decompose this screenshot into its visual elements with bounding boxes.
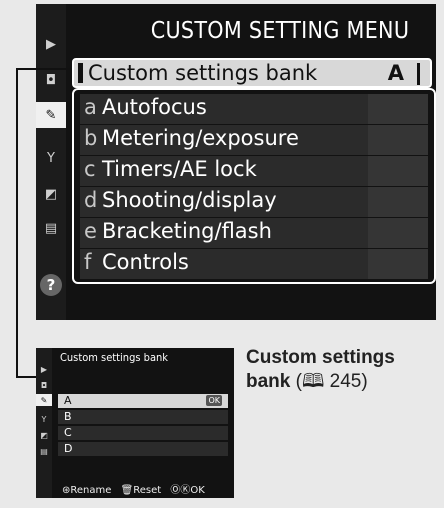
caption: Custom settings bank (🕮 245) bbox=[246, 346, 436, 394]
ok-hint: ⓄⓀOK bbox=[170, 485, 205, 496]
bank-label: Custom settings bank bbox=[88, 61, 318, 85]
camera-icon[interactable]: ◘ bbox=[41, 70, 61, 90]
callout-line-bottom bbox=[16, 376, 38, 378]
group-name: Bracketing/flash bbox=[102, 219, 272, 243]
option-label: C bbox=[64, 426, 72, 439]
group-name: Autofocus bbox=[102, 95, 207, 119]
row-tail bbox=[368, 94, 428, 124]
group-row-bracketing[interactable]: e Bracketing/flash bbox=[80, 218, 428, 248]
bank-submenu-screen: ▶ ◘ ✎ Y ◩ ▤ Custom settings bank A OK B … bbox=[36, 348, 234, 498]
callout-line-top bbox=[16, 68, 72, 70]
option-label: D bbox=[64, 442, 73, 455]
retouch-icon: ◩ bbox=[40, 430, 48, 440]
row-tail bbox=[368, 125, 428, 155]
group-letter: a bbox=[84, 95, 97, 119]
group-name: Timers/AE lock bbox=[102, 157, 257, 181]
bank-option-a[interactable]: A OK bbox=[58, 394, 228, 408]
option-label: B bbox=[64, 410, 72, 423]
wrench-icon[interactable]: Y bbox=[41, 148, 61, 168]
playback-icon[interactable]: ▶ bbox=[41, 34, 61, 54]
submenu-title: Custom settings bank bbox=[60, 351, 169, 364]
row-tail bbox=[368, 187, 428, 217]
callout-line-vertical bbox=[16, 68, 18, 378]
pencil-icon[interactable]: ✎ bbox=[36, 102, 66, 128]
row-tail bbox=[368, 218, 428, 248]
option-label: A bbox=[64, 394, 72, 407]
bank-option-b[interactable]: B bbox=[58, 410, 228, 424]
submenu-tab-sidebar: ▶ ◘ ✎ Y ◩ ▤ bbox=[36, 348, 52, 498]
row-end-bar bbox=[417, 63, 420, 85]
caption-title-2: bank bbox=[246, 371, 291, 392]
caption-line2: bank (🕮 245) bbox=[246, 370, 436, 394]
row-tail bbox=[368, 156, 428, 186]
bank-value: A bbox=[387, 61, 404, 85]
group-name: Metering/exposure bbox=[102, 126, 299, 150]
ok-badge: OK bbox=[206, 395, 222, 406]
group-letter: e bbox=[84, 219, 97, 243]
group-letter: d bbox=[84, 188, 98, 212]
help-icon[interactable]: ? bbox=[40, 274, 62, 296]
my-menu-icon[interactable]: ▤ bbox=[41, 218, 61, 238]
menu-tab-sidebar: ▶ ◘ ✎ Y ◩ ▤ ? bbox=[36, 4, 66, 320]
retouch-icon[interactable]: ◩ bbox=[41, 184, 61, 204]
playback-icon: ▶ bbox=[40, 364, 48, 374]
group-row-metering[interactable]: b Metering/exposure bbox=[80, 125, 428, 155]
custom-settings-groups: a Autofocus b Metering/exposure c Timers… bbox=[72, 88, 436, 284]
group-name: Shooting/display bbox=[102, 188, 277, 212]
group-letter: b bbox=[84, 126, 98, 150]
pencil-icon: ✎ bbox=[36, 394, 52, 406]
row-tail bbox=[368, 249, 428, 279]
group-row-controls[interactable]: f Controls bbox=[80, 249, 428, 279]
caption-title: Custom settings bbox=[246, 347, 395, 368]
reset-hint: 🗑Reset bbox=[120, 485, 162, 496]
group-name: Controls bbox=[102, 250, 189, 274]
camera-icon: ◘ bbox=[40, 380, 48, 390]
page-reference: (🕮 245) bbox=[295, 371, 368, 392]
group-row-shooting[interactable]: d Shooting/display bbox=[80, 187, 428, 217]
bank-option-d[interactable]: D bbox=[58, 442, 228, 456]
group-row-autofocus[interactable]: a Autofocus bbox=[80, 94, 428, 124]
rename-hint: ⊛Rename bbox=[62, 485, 112, 496]
group-letter: f bbox=[84, 250, 92, 274]
my-menu-icon: ▤ bbox=[40, 446, 48, 456]
selection-cursor bbox=[78, 63, 83, 83]
main-menu-screen: ▶ ◘ ✎ Y ◩ ▤ ? CUSTOM SETTING MENU Custom… bbox=[36, 4, 436, 320]
submenu-footer: ⊛Rename 🗑Reset ⓄⓀOK bbox=[62, 481, 232, 496]
menu-title: CUSTOM SETTING MENU bbox=[150, 18, 410, 44]
bank-option-c[interactable]: C bbox=[58, 426, 228, 440]
custom-settings-bank-row[interactable]: Custom settings bank A bbox=[72, 58, 432, 88]
wrench-icon: Y bbox=[41, 414, 47, 424]
group-letter: c bbox=[84, 157, 96, 181]
group-row-timers[interactable]: c Timers/AE lock bbox=[80, 156, 428, 186]
